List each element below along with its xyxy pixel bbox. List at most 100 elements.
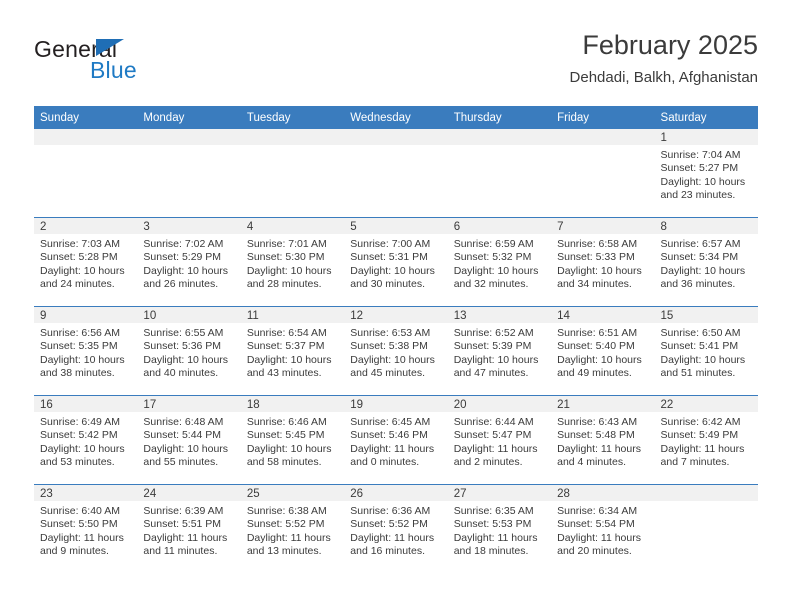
- weekday-header-saturday: Saturday: [654, 106, 758, 129]
- day-detail-line: Sunset: 5:53 PM: [453, 518, 532, 531]
- calendar-day-cell[interactable]: 21 Sunrise: 6:43 AM Sunset: 5:48 PM Dayligh…: [551, 395, 655, 485]
- day-detail-line: and 58 minutes.: [246, 456, 322, 469]
- day-detail-line: and 55 minutes.: [143, 456, 219, 469]
- logo-text-blue: Blue: [90, 57, 137, 83]
- day-detail-line: Sunrise: 6:54 AM: [246, 327, 327, 339]
- day-detail-line: Sunset: 5:37 PM: [246, 340, 325, 353]
- day-detail-line: and 4 minutes.: [557, 456, 626, 469]
- calendar-day-cell[interactable]: 27 Sunrise: 6:35 AM Sunset: 5:53 PM Dayligh…: [447, 484, 552, 573]
- day-detail-line: Daylight: 11 hours: [246, 531, 331, 544]
- day-detail-line: Sunset: 5:27 PM: [660, 162, 739, 175]
- calendar-day-cell[interactable]: 17 Sunrise: 6:48 AM Sunset: 5:44 PM Dayligh…: [137, 395, 241, 485]
- calendar-day-cell[interactable]: 5 Sunrise: 7:00 AM Sunset: 5:31 PM Daylight…: [344, 217, 448, 307]
- day-detail-line: Sunset: 5:31 PM: [350, 251, 428, 264]
- day-detail-line: Sunset: 5:41 PM: [660, 340, 739, 353]
- day-details: [551, 145, 654, 149]
- calendar-day-cell-empty: [654, 484, 758, 573]
- day-detail-line: and 51 minutes.: [660, 367, 736, 380]
- day-number: [447, 129, 552, 145]
- calendar-day-cell[interactable]: 14 Sunrise: 6:51 AM Sunset: 5:40 PM Dayligh…: [551, 306, 655, 396]
- calendar-day-cell[interactable]: 26 Sunrise: 6:36 AM Sunset: 5:52 PM Dayligh…: [344, 484, 448, 573]
- day-detail-line: Sunset: 5:46 PM: [350, 429, 428, 442]
- calendar-day-cell-empty: [34, 129, 138, 218]
- weekday-header-wednesday: Wednesday: [344, 106, 448, 129]
- calendar-day-cell[interactable]: 19 Sunrise: 6:45 AM Sunset: 5:46 PM Dayligh…: [344, 395, 448, 485]
- calendar-day-cell[interactable]: 28 Sunrise: 6:34 AM Sunset: 5:54 PM Dayligh…: [551, 484, 655, 573]
- calendar-day-cell[interactable]: 13 Sunrise: 6:52 AM Sunset: 5:39 PM Dayligh…: [447, 306, 552, 396]
- calendar-table: Sunday Monday Tuesday Wednesday Thursday Frid…: [34, 106, 758, 573]
- day-detail-line: Sunset: 5:54 PM: [557, 518, 635, 531]
- day-detail-line: Sunset: 5:33 PM: [557, 251, 635, 264]
- calendar-day-cell-empty: [240, 129, 345, 218]
- calendar-day-cell[interactable]: 12 Sunrise: 6:53 AM Sunset: 5:38 PM Dayligh…: [344, 306, 448, 396]
- day-number: [551, 129, 655, 145]
- calendar-day-cell[interactable]: 24 Sunrise: 6:39 AM Sunset: 5:51 PM Dayligh…: [137, 484, 241, 573]
- day-detail-line: Sunrise: 6:34 AM: [557, 505, 638, 517]
- general-blue-logo[interactable]: General Blue: [34, 36, 244, 94]
- day-number: 28: [551, 485, 655, 501]
- calendar-day-cell[interactable]: 18 Sunrise: 6:46 AM Sunset: 5:45 PM Dayligh…: [240, 395, 345, 485]
- day-detail-line: Sunset: 5:29 PM: [143, 251, 222, 264]
- day-details: Sunrise: 7:02 AM Sunset: 5:29 PM Daylight:…: [137, 234, 240, 292]
- day-detail-line: Daylight: 10 hours: [143, 353, 229, 366]
- day-detail-line: Daylight: 11 hours: [557, 531, 641, 544]
- calendar-day-cell-empty: [447, 129, 552, 218]
- day-details: Sunrise: 6:36 AM Sunset: 5:52 PM Daylight:…: [344, 501, 447, 559]
- day-details: Sunrise: 6:34 AM Sunset: 5:54 PM Daylight:…: [551, 501, 654, 559]
- calendar-day-cell[interactable]: 6 Sunrise: 6:59 AM Sunset: 5:32 PM Daylight…: [447, 217, 552, 307]
- day-detail-line: Sunset: 5:40 PM: [557, 340, 635, 353]
- day-detail-line: Daylight: 11 hours: [453, 531, 538, 544]
- day-detail-line: and 53 minutes.: [40, 456, 115, 469]
- day-detail-line: Sunrise: 7:02 AM: [143, 238, 224, 250]
- day-number: 9: [34, 307, 138, 323]
- day-detail-line: Daylight: 11 hours: [350, 531, 435, 544]
- day-detail-line: and 9 minutes.: [40, 545, 109, 558]
- day-detail-line: Daylight: 10 hours: [660, 353, 746, 366]
- day-details: Sunrise: 6:57 AM Sunset: 5:34 PM Daylight:…: [655, 234, 758, 292]
- day-number: 4: [240, 218, 345, 234]
- day-detail-line: Sunset: 5:39 PM: [453, 340, 532, 353]
- calendar-day-cell[interactable]: 22 Sunrise: 6:42 AM Sunset: 5:49 PM Dayligh…: [654, 395, 758, 485]
- day-number: [34, 129, 138, 145]
- day-detail-line: and 26 minutes.: [143, 278, 219, 291]
- calendar-day-cell[interactable]: 7 Sunrise: 6:58 AM Sunset: 5:33 PM Daylight…: [551, 217, 655, 307]
- day-number: 14: [551, 307, 655, 323]
- day-detail-line: Daylight: 10 hours: [557, 264, 642, 277]
- calendar-week-row: 1 Sunrise: 7:04 AM Sunset: 5:27 PM Daylight…: [34, 129, 758, 218]
- day-number: 6: [447, 218, 552, 234]
- day-detail-line: Sunrise: 6:50 AM: [660, 327, 741, 339]
- calendar-day-cell[interactable]: 23 Sunrise: 6:40 AM Sunset: 5:50 PM Dayligh…: [34, 484, 138, 573]
- day-detail-line: Daylight: 10 hours: [143, 264, 229, 277]
- weekday-header-tuesday: Tuesday: [240, 106, 345, 129]
- day-detail-line: and 38 minutes.: [40, 367, 115, 380]
- day-number: [344, 129, 448, 145]
- day-details: Sunrise: 6:40 AM Sunset: 5:50 PM Daylight:…: [34, 501, 137, 559]
- day-details: Sunrise: 6:50 AM Sunset: 5:41 PM Daylight:…: [655, 323, 758, 381]
- calendar-day-cell[interactable]: 15 Sunrise: 6:50 AM Sunset: 5:41 PM Dayligh…: [654, 306, 758, 396]
- day-number: 15: [654, 307, 758, 323]
- page-title: February 2025: [582, 30, 758, 60]
- calendar-day-cell[interactable]: 16 Sunrise: 6:49 AM Sunset: 5:42 PM Dayligh…: [34, 395, 138, 485]
- day-details: [655, 501, 758, 505]
- calendar-day-cell[interactable]: 2 Sunrise: 7:03 AM Sunset: 5:28 PM Daylight…: [34, 217, 138, 307]
- day-detail-line: Sunrise: 6:57 AM: [660, 238, 741, 250]
- day-number: 13: [447, 307, 552, 323]
- calendar-body: 1 Sunrise: 7:04 AM Sunset: 5:27 PM Daylight…: [34, 129, 758, 573]
- day-detail-line: Sunset: 5:35 PM: [40, 340, 118, 353]
- day-details: Sunrise: 6:38 AM Sunset: 5:52 PM Daylight:…: [241, 501, 344, 559]
- day-number: 21: [551, 396, 655, 412]
- calendar-day-cell[interactable]: 11 Sunrise: 6:54 AM Sunset: 5:37 PM Dayligh…: [240, 306, 345, 396]
- title-block: February 2025 Dehdadi, Balkh, Afghanista…: [570, 28, 758, 89]
- day-detail-line: Daylight: 10 hours: [246, 353, 332, 366]
- day-detail-line: Sunset: 5:51 PM: [143, 518, 222, 531]
- day-detail-line: and 36 minutes.: [660, 278, 736, 291]
- calendar-day-cell[interactable]: 25 Sunrise: 6:38 AM Sunset: 5:52 PM Dayligh…: [240, 484, 345, 573]
- calendar-day-cell[interactable]: 20 Sunrise: 6:44 AM Sunset: 5:47 PM Dayligh…: [447, 395, 552, 485]
- calendar-day-cell[interactable]: 4 Sunrise: 7:01 AM Sunset: 5:30 PM Daylight…: [240, 217, 345, 307]
- calendar-day-cell[interactable]: 10 Sunrise: 6:55 AM Sunset: 5:36 PM Dayligh…: [137, 306, 241, 396]
- calendar-day-cell[interactable]: 3 Sunrise: 7:02 AM Sunset: 5:29 PM Daylight…: [137, 217, 241, 307]
- calendar-day-cell[interactable]: 1 Sunrise: 7:04 AM Sunset: 5:27 PM Daylight…: [654, 129, 758, 218]
- calendar-day-cell[interactable]: 9 Sunrise: 6:56 AM Sunset: 5:35 PM Daylight…: [34, 306, 138, 396]
- calendar-header-row: Sunday Monday Tuesday Wednesday Thursday Frid…: [34, 106, 758, 129]
- calendar-day-cell[interactable]: 8 Sunrise: 6:57 AM Sunset: 5:34 PM Daylight…: [654, 217, 758, 307]
